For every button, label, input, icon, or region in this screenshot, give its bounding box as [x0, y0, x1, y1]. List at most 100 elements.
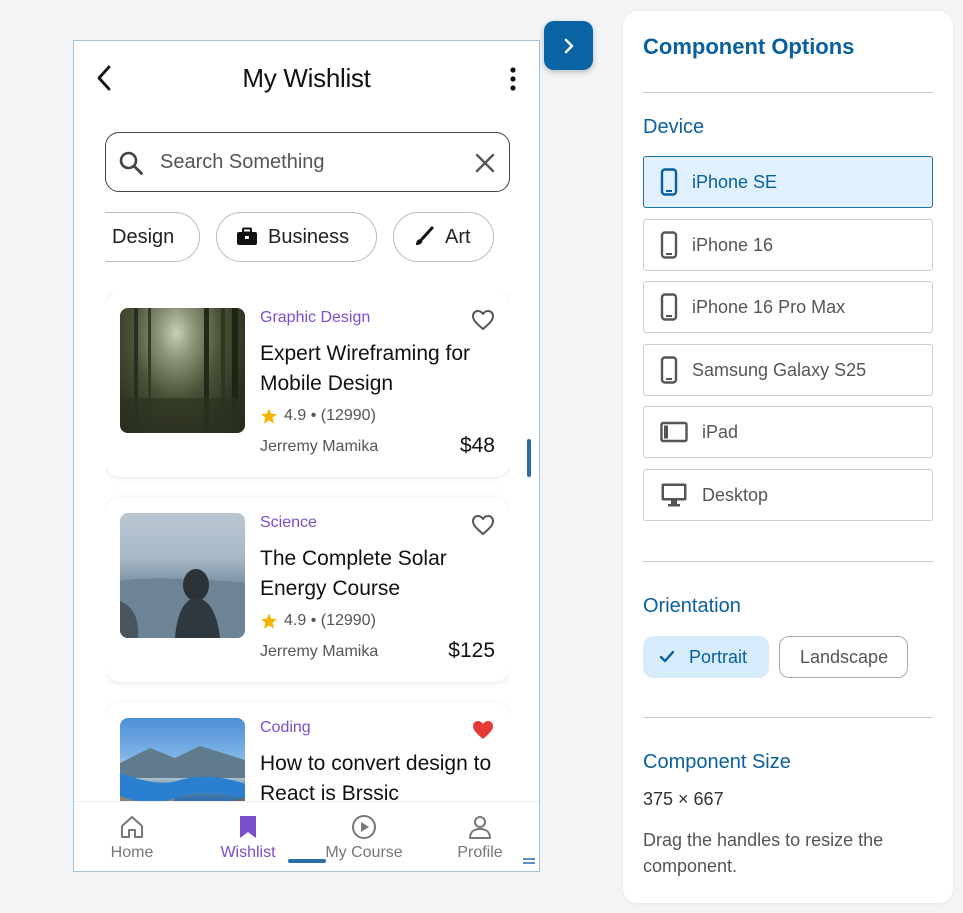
wishlist-list: Graphic Design Expert Wireframing for Mo… — [105, 292, 510, 802]
heart-outline-icon[interactable] — [471, 309, 495, 331]
bookmark-icon — [240, 816, 256, 838]
app-header: My Wishlist — [74, 41, 539, 119]
scrollbar-thumb[interactable] — [527, 439, 531, 477]
search-icon — [119, 151, 143, 175]
orientation-label: Portrait — [689, 646, 748, 667]
chip-label: Business — [268, 225, 350, 248]
tablet-icon — [660, 421, 688, 443]
rating-separator: • — [306, 407, 321, 424]
device-label: iPad — [702, 421, 739, 442]
course-thumbnail-forest — [120, 308, 245, 433]
divider — [643, 717, 933, 718]
phone-icon — [660, 168, 678, 196]
star-icon — [261, 613, 277, 629]
device-option-iphone-16-pro-max[interactable]: iPhone 16 Pro Max — [643, 281, 933, 333]
course-price: $48 — [459, 434, 495, 457]
review-count: (12990) — [320, 407, 376, 424]
category-chips: Design Business Art — [105, 212, 510, 264]
panel-toggle-button[interactable] — [544, 21, 593, 70]
device-label: iPhone 16 — [692, 234, 774, 255]
monitor-icon — [661, 483, 687, 507]
device-label: iPhone SE — [692, 171, 778, 192]
rating-separator: • — [306, 612, 321, 629]
device-label: iPhone 16 Pro Max — [692, 296, 846, 317]
tab-label: Home — [110, 844, 154, 861]
rating-value: 4.9 — [284, 612, 307, 629]
course-title: How to convert design to React is Brssic — [260, 752, 492, 802]
course-card[interactable]: Graphic Design Expert Wireframing for Mo… — [105, 292, 510, 477]
tab-profile[interactable]: Profile — [430, 814, 530, 862]
review-count: (12990) — [320, 612, 376, 629]
play-circle-icon — [352, 815, 376, 839]
chip-design[interactable]: Design — [105, 212, 200, 262]
phone-icon — [660, 231, 678, 259]
star-icon — [261, 408, 277, 424]
course-rating: 4.9 • (12990) — [260, 407, 376, 425]
device-option-iphone-se[interactable]: iPhone SE — [643, 156, 933, 208]
person-by-sea-image — [120, 569, 245, 638]
size-section-label: Component Size — [643, 751, 791, 773]
chip-art[interactable]: Art — [393, 212, 494, 262]
resize-handle-icon[interactable] — [523, 857, 535, 865]
chip-label: Design — [112, 225, 175, 248]
heart-outline-icon[interactable] — [471, 514, 495, 536]
check-icon — [659, 650, 675, 663]
tab-label: Profile — [457, 844, 503, 861]
divider — [643, 92, 933, 93]
orientation-portrait-button[interactable]: Portrait — [643, 636, 769, 678]
forest-image — [120, 308, 245, 433]
course-rating: 4.9 • (12990) — [260, 612, 376, 630]
heart-filled-icon[interactable] — [471, 719, 495, 741]
device-option-samsung-galaxy-s25[interactable]: Samsung Galaxy S25 — [643, 344, 933, 396]
search-input[interactable] — [160, 145, 460, 179]
search-bar — [105, 132, 510, 192]
component-options-panel: Component Options Device iPhone SE iPhon… — [623, 11, 953, 903]
phone-icon — [660, 356, 678, 384]
chip-label: Art — [445, 225, 471, 248]
home-icon — [121, 816, 143, 838]
device-option-desktop[interactable]: Desktop — [643, 469, 933, 521]
brush-icon — [416, 226, 434, 245]
course-thumbnail-fjord — [120, 718, 245, 802]
component-size-value: 375 × 667 — [643, 789, 724, 809]
rating-value: 4.9 — [284, 407, 307, 424]
course-card[interactable]: Science The Complete Solar Energy Course… — [105, 497, 510, 682]
home-indicator — [288, 859, 326, 863]
divider — [643, 561, 933, 562]
close-icon[interactable] — [473, 151, 497, 175]
more-vertical-icon[interactable] — [506, 65, 520, 93]
device-section-label: Device — [643, 116, 705, 138]
briefcase-icon — [237, 227, 257, 245]
device-option-iphone-16[interactable]: iPhone 16 — [643, 219, 933, 271]
resize-help-text: Drag the handles to resize the component… — [643, 830, 884, 876]
phone-preview: My Wishlist Design Business — [73, 40, 540, 872]
phone-icon — [660, 293, 678, 321]
orientation-landscape-button[interactable]: Landscape — [779, 636, 908, 678]
chip-business[interactable]: Business — [216, 212, 377, 262]
tab-label: Wishlist — [220, 844, 276, 861]
tab-my-course[interactable]: My Course — [314, 814, 414, 862]
person-icon — [469, 816, 491, 839]
page-title: My Wishlist — [242, 63, 371, 93]
orientation-label: Landscape — [800, 646, 889, 667]
chevron-right-icon — [564, 38, 573, 53]
device-label: Samsung Galaxy S25 — [692, 359, 867, 380]
course-thumbnail-sea — [120, 513, 245, 638]
course-category: Graphic Design — [260, 309, 371, 326]
course-title: Expert Wireframing for Mobile Design — [260, 342, 471, 395]
course-price: $125 — [448, 639, 495, 662]
course-author: Jerremy Mamika — [260, 438, 379, 455]
course-card[interactable]: Coding How to convert design to React is… — [105, 702, 510, 802]
course-category: Science — [260, 514, 317, 531]
fjord-image — [120, 746, 245, 802]
panel-title: Component Options — [643, 34, 855, 59]
course-title: The Complete Solar Energy Course — [260, 547, 447, 600]
course-category: Coding — [260, 719, 311, 736]
device-label: Desktop — [702, 484, 769, 505]
orientation-section-label: Orientation — [643, 595, 741, 617]
tab-wishlist[interactable]: Wishlist — [198, 814, 298, 862]
tab-label: My Course — [325, 844, 403, 861]
device-option-ipad[interactable]: iPad — [643, 406, 933, 458]
course-author: Jerremy Mamika — [260, 643, 379, 660]
tab-home[interactable]: Home — [82, 814, 182, 862]
